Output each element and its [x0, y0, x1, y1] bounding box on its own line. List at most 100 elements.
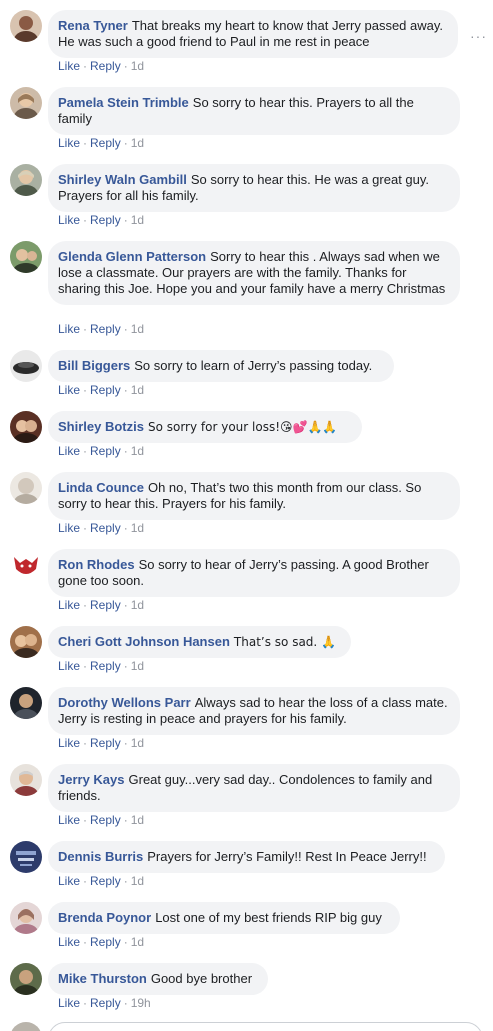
comment-time[interactable]: 1d [131, 521, 144, 535]
comment-author[interactable]: Brenda Poynor [58, 910, 151, 925]
avatar[interactable] [10, 350, 42, 382]
comment-bubble: Ron Rhodes So sorry to hear of Jerry’s pa… [48, 549, 460, 597]
avatar[interactable] [10, 164, 42, 196]
reply-link[interactable]: Reply [90, 659, 121, 673]
comment-author[interactable]: Pamela Stein Trimble [58, 95, 189, 110]
like-link[interactable]: Like [58, 935, 80, 949]
comment-actions: Like · Reply · 1d [58, 813, 145, 827]
comment-time[interactable]: 1d [131, 383, 144, 397]
comment-actions: Like · Reply · 1d [58, 383, 145, 397]
comment-bubble: Shirley Waln Gambill So sorry to hear thi… [48, 164, 460, 212]
like-link[interactable]: Like [58, 59, 80, 73]
avatar[interactable] [10, 626, 42, 658]
comment-author[interactable]: Linda Counce [58, 480, 144, 495]
comment-bubble: Linda Counce Oh no, That’s two this month… [48, 472, 460, 520]
comment-time[interactable]: 1d [131, 444, 144, 458]
like-link[interactable]: Like [58, 598, 80, 612]
comment-text: So sorry to learn of Jerry’s passing tod… [134, 358, 373, 373]
comment-actions: Like · Reply · 19h [58, 996, 151, 1010]
comment-text: Lost one of my best friends RIP big guy [155, 910, 382, 925]
reply-link[interactable]: Reply [90, 598, 121, 612]
comment-actions: Like · Reply · 1d [58, 598, 145, 612]
comment-author[interactable]: Ron Rhodes [58, 557, 135, 572]
comment-input[interactable] [48, 1022, 483, 1031]
comment-author[interactable]: Jerry Kays [58, 772, 125, 787]
reply-link[interactable]: Reply [90, 996, 121, 1010]
reply-link[interactable]: Reply [90, 874, 121, 888]
comment-author[interactable]: Rena Tyner [58, 18, 128, 33]
like-link[interactable]: Like [58, 874, 80, 888]
comment-time[interactable]: 1d [131, 813, 144, 827]
comment-time[interactable]: 1d [131, 213, 144, 227]
reply-link[interactable]: Reply [90, 322, 121, 336]
comment-time[interactable]: 1d [131, 935, 144, 949]
comment-time[interactable]: 19h [131, 996, 151, 1010]
comment-actions: Like · Reply · 1d [58, 935, 145, 949]
more-options-icon[interactable]: ··· [470, 28, 487, 44]
comment-bubble: Dennis Burris Prayers for Jerry’s Family!… [48, 841, 445, 873]
reply-link[interactable]: Reply [90, 813, 121, 827]
avatar[interactable] [10, 841, 42, 873]
like-link[interactable]: Like [58, 444, 80, 458]
avatar[interactable] [10, 411, 42, 443]
reply-link[interactable]: Reply [90, 136, 121, 150]
reply-link[interactable]: Reply [90, 736, 121, 750]
comment-actions: Like · Reply · 1d [58, 213, 145, 227]
comment-bubble: Rena Tyner That breaks my heart to know t… [48, 10, 458, 58]
comment-time[interactable]: 1d [131, 598, 144, 612]
comment-author[interactable]: Mike Thurston [58, 971, 147, 986]
reply-link[interactable]: Reply [90, 59, 121, 73]
like-link[interactable]: Like [58, 136, 80, 150]
comment-time[interactable]: 1d [131, 136, 144, 150]
comment-bubble: Mike Thurston Good bye brother [48, 963, 268, 995]
reply-link[interactable]: Reply [90, 213, 121, 227]
comment-actions: Like · Reply · 1d [58, 736, 145, 750]
like-link[interactable]: Like [58, 659, 80, 673]
reply-link[interactable]: Reply [90, 383, 121, 397]
comment-bubble: Cheri Gott Johnson Hansen That’s so sad. … [48, 626, 351, 658]
comment-actions: Like · Reply · 1d [58, 59, 145, 73]
comment-text: So sorry for your loss!😘💕🙏🙏 [147, 420, 338, 434]
like-link[interactable]: Like [58, 383, 80, 397]
comment-bubble: Jerry Kays Great guy...very sad day.. Con… [48, 764, 460, 812]
comment-author[interactable]: Dorothy Wellons Parr [58, 695, 191, 710]
comment-time[interactable]: 1d [131, 59, 144, 73]
reply-link[interactable]: Reply [90, 444, 121, 458]
comment-composer [0, 1020, 493, 1031]
avatar[interactable] [10, 963, 42, 995]
comment-author[interactable]: Dennis Burris [58, 849, 143, 864]
avatar[interactable] [10, 10, 42, 42]
avatar[interactable] [10, 764, 42, 796]
avatar[interactable] [10, 241, 42, 273]
comment-time[interactable]: 1d [131, 659, 144, 673]
comment-actions: Like · Reply · 1d [58, 521, 145, 535]
like-link[interactable]: Like [58, 736, 80, 750]
avatar[interactable] [10, 549, 42, 581]
like-link[interactable]: Like [58, 322, 80, 336]
like-link[interactable]: Like [58, 213, 80, 227]
comment-time[interactable]: 1d [131, 322, 144, 336]
comment-bubble: Glenda Glenn Patterson Sorry to hear this… [48, 241, 460, 305]
like-link[interactable]: Like [58, 813, 80, 827]
comment-time[interactable]: 1d [131, 736, 144, 750]
like-link[interactable]: Like [58, 996, 80, 1010]
avatar[interactable] [10, 87, 42, 119]
reply-link[interactable]: Reply [90, 521, 121, 535]
avatar[interactable] [10, 902, 42, 934]
avatar [10, 1022, 42, 1031]
comment-actions: Like · Reply · 1d [58, 874, 145, 888]
avatar[interactable] [10, 687, 42, 719]
comment-bubble: Dorothy Wellons Parr Always sad to hear t… [48, 687, 460, 735]
like-link[interactable]: Like [58, 521, 80, 535]
comment-actions: Like · Reply · 1d [58, 444, 145, 458]
comment-text: That’s so sad. 🙏 [233, 635, 336, 649]
reply-link[interactable]: Reply [90, 935, 121, 949]
comment-author[interactable]: Cheri Gott Johnson Hansen [58, 634, 230, 649]
avatar[interactable] [10, 472, 42, 504]
comment-author[interactable]: Shirley Botzis [58, 419, 144, 434]
comment-author[interactable]: Shirley Waln Gambill [58, 172, 187, 187]
comment-author[interactable]: Glenda Glenn Patterson [58, 249, 206, 264]
comment-actions: Like · Reply · 1d [58, 136, 145, 150]
comment-time[interactable]: 1d [131, 874, 144, 888]
comment-author[interactable]: Bill Biggers [58, 358, 130, 373]
